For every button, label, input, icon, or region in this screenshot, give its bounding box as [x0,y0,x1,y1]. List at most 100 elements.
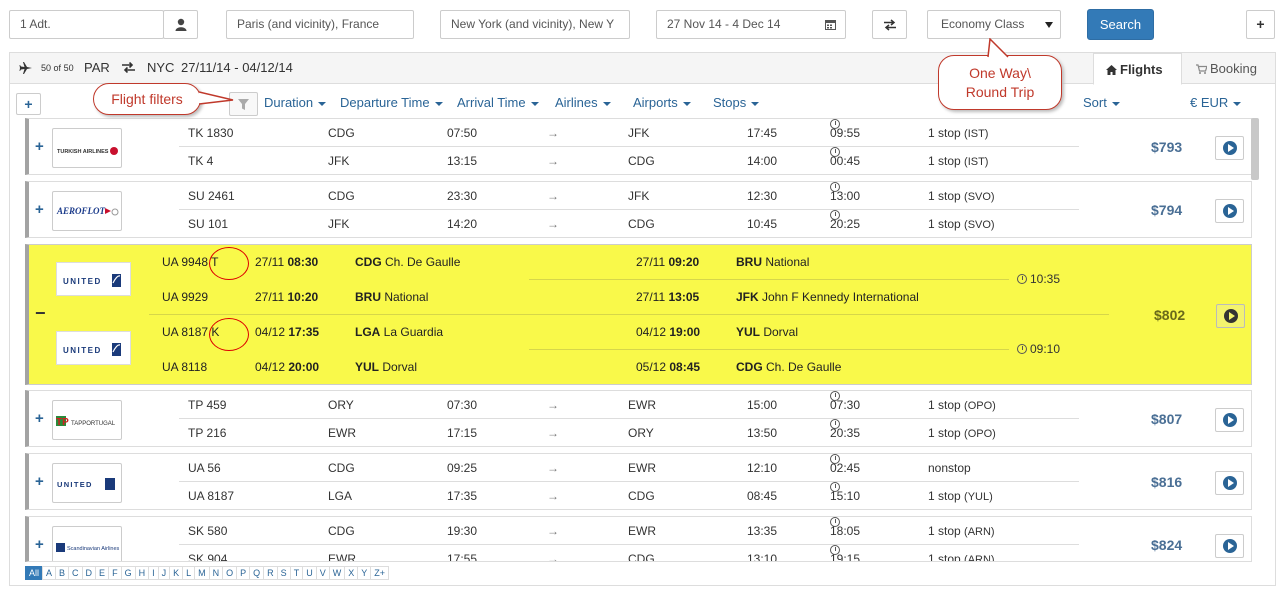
passengers-input[interactable]: 1 Adt. [9,10,164,39]
alphabet-letter[interactable]: S [276,566,291,580]
origin-code: JFK [328,154,350,168]
departure-time: 17:15 [447,426,478,440]
arrow-right-icon: → [547,524,559,538]
alphabet-letter[interactable]: C [68,566,83,580]
stops: 1 stop (ARN) [928,552,995,562]
filter-duration[interactable]: Duration [264,95,327,110]
origin-code: JFK [328,217,350,231]
alphabet-letter[interactable]: W [328,566,346,580]
destination-code: ORY [628,426,654,440]
destination-input[interactable]: New York (and vicinity), New Y [440,10,630,39]
segment: UA 9948 T 27/11 08:30 CDG Ch. De Gaulle 27/… [29,247,1129,277]
select-flight-button[interactable] [1216,304,1245,328]
stops: 1 stop (SVO) [928,189,995,203]
arrow-right-icon: → [547,154,559,168]
alphabet-letter[interactable]: Q [249,566,265,580]
dates-input[interactable]: 27 Nov 14 - 4 Dec 14 [656,10,846,39]
cart-icon [1196,64,1208,74]
duration: 00:45 [830,147,860,175]
alphabet-letter[interactable]: F [108,566,122,580]
sort-dropdown[interactable]: Sort [1083,95,1120,110]
search-button[interactable]: Search [1087,9,1154,40]
arrival-time: 12:30 [747,189,778,203]
flight-number: TP 459 [188,398,227,412]
clock-icon [830,119,840,129]
tab-flights[interactable]: Flights [1093,53,1182,85]
add-filter-button[interactable]: + [16,93,41,115]
clock-icon [830,482,840,492]
filter-stops[interactable]: Stops [713,95,760,110]
alphabet-letter[interactable]: T [289,566,304,580]
cabin-class-select[interactable]: Economy Class [927,10,1061,39]
duration: 20:25 [830,210,860,238]
divider [529,279,1009,280]
currency-dropdown[interactable]: € EUR [1190,95,1242,110]
select-flight-button[interactable] [1215,534,1244,558]
scrollbar[interactable] [1251,118,1259,180]
filter-airports[interactable]: Airports [633,95,691,110]
alphabet-letter[interactable]: Z+ [370,566,389,580]
duration: 20:35 [830,419,860,447]
select-flight-button[interactable] [1215,136,1244,160]
alphabet-letter[interactable]: U [302,566,317,580]
alphabet-letter[interactable]: Y [357,566,372,580]
caret-down-icon [1111,101,1120,106]
stops: 1 stop (YUL) [928,489,993,503]
caret-down-icon [751,101,760,106]
plane-icon [19,62,32,74]
alphabet-letter[interactable]: X [344,566,359,580]
alphabet-letter[interactable]: P [236,566,251,580]
add-search-button[interactable]: + [1246,10,1275,39]
flight-number: SU 101 [188,217,229,231]
alphabet-letter[interactable]: B [55,566,70,580]
alphabet-letter[interactable]: V [315,566,330,580]
tab-booking[interactable]: Booking [1184,53,1269,85]
alphabet-letter[interactable]: G [120,566,136,580]
select-flight-button[interactable] [1215,471,1244,495]
arrow-circle-right-icon [1222,413,1237,427]
alphabet-letter[interactable]: H [134,566,150,580]
divider [179,146,1079,147]
calendar-icon [825,20,836,30]
destination-code: CDG [628,552,655,562]
select-flight-button[interactable] [1215,408,1244,432]
clock-icon [1017,274,1027,284]
flight-result[interactable]: + UNITED UA 56 CDG 09:25 → EWR 12:10 02:45 nonsto… [25,453,1252,510]
clock-icon [830,517,840,527]
passenger-picker-button[interactable] [163,10,198,39]
alphabet-letter[interactable]: R [263,566,278,580]
alphabet-letter[interactable]: E [95,566,110,580]
arrival-time: 15:00 [747,398,778,412]
alphabet-letter[interactable]: M [194,566,210,580]
alphabet-letter[interactable]: A [42,566,57,580]
filter-departure-time[interactable]: Departure Time [340,95,443,110]
arrival: 04/12 19:00 [636,325,701,339]
price: $793 [1151,139,1183,155]
flight-result[interactable]: + AEROFLOT SU 2461 CDG 23:30 → JFK 12:30 13:00 1 … [25,181,1252,238]
arrow-right-icon: → [547,489,559,503]
swap-button[interactable] [872,10,907,39]
alphabet-letter[interactable]: D [81,566,97,580]
select-flight-button[interactable] [1215,199,1244,223]
divider [149,314,1109,315]
alphabet-letter[interactable]: All [25,566,44,580]
destination-airport: YUL Dorval [736,325,799,339]
alphabet-letter[interactable]: N [208,566,224,580]
flight-leg: TP 216 EWR 17:15 → ORY 13:50 20:35 1 stop (OPO) [29,419,1229,447]
stops: 1 stop (ARN) [928,524,995,538]
caret-down-icon [602,101,611,106]
flight-leg: SK 904 EWR 17:55 → CDG 13:10 19:15 1 stop (ARN) [29,545,1229,562]
filter-arrival-time[interactable]: Arrival Time [457,95,539,110]
duration: 15:10 [830,482,860,510]
flight-result[interactable]: + Scandinavian Airlines SK 580 CDG 19:30 → EWR… [25,516,1252,562]
origin-input[interactable]: Paris (and vicinity), France [226,10,414,39]
filter-airlines[interactable]: Airlines [555,95,611,110]
clock-icon [830,210,840,220]
flight-result[interactable]: + TP TAPPORTUGAL TP 459 ORY 07:30 → EWR 15:00 07:… [25,390,1252,447]
departure: 27/11 08:30 [255,255,319,269]
alphabet-letter[interactable]: O [222,566,238,580]
origin-code: CDG [328,461,355,475]
alphabet-letter[interactable]: K [169,566,184,580]
flight-result[interactable]: + TURKISH AIRLINES TK 1830 CDG 07:50 → JFK 17:4… [25,118,1252,175]
arrow-circle-right-icon [1222,476,1237,490]
